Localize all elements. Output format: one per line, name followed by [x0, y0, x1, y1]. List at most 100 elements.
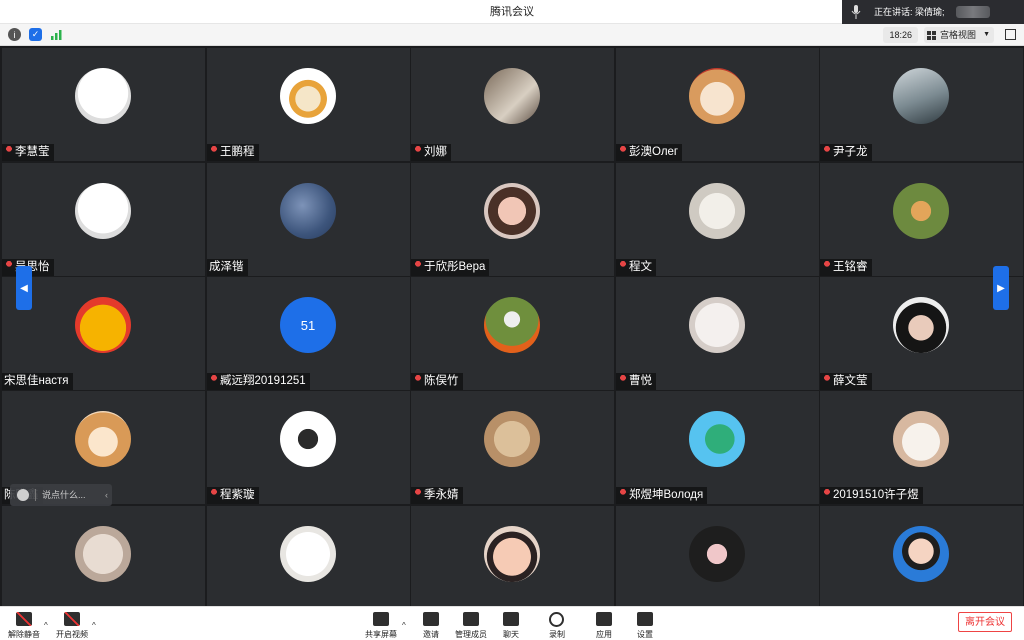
avatar [280, 183, 336, 239]
chevron-down-icon: ▼ [983, 31, 990, 38]
toolbar-button-label: 管理成员 [455, 630, 487, 639]
muted-mic-icon [209, 488, 218, 499]
muted-mic-icon [413, 145, 422, 156]
participant-name-text: 20191510许子煜 [833, 489, 919, 501]
chevron-up-icon[interactable]: ^ [92, 621, 96, 630]
participant-name-text: 刘娜 [424, 146, 447, 158]
participant-tile[interactable] [616, 506, 819, 606]
invite-icon [423, 612, 439, 626]
avatar [280, 68, 336, 124]
share-screen-icon [373, 612, 389, 626]
apps-button[interactable]: 应用 [594, 612, 614, 639]
participant-tile[interactable]: 曹悦 [616, 277, 819, 390]
mute-icon [16, 612, 32, 626]
participant-name: 程文 [616, 259, 656, 276]
participant-name: 彭澳Олег [616, 144, 683, 161]
toolbar-button-label: 邀请 [423, 630, 439, 639]
participant-tile[interactable]: 尹子龙 [820, 48, 1023, 161]
bottom-control-bar: 离开会议 解除静音 开启视频 共享屏幕 邀请 管理成员 聊天 录制 应用 设置 ^ ^ ^ [0, 606, 1024, 639]
emoji-icon[interactable] [17, 489, 29, 501]
participant-tile[interactable]: 刘娜 [411, 48, 614, 161]
participant-tile[interactable]: 陈俣竹 [411, 277, 614, 390]
invite-button[interactable]: 邀请 [421, 612, 441, 639]
participant-name-text: 王鹏程 [220, 146, 255, 158]
participant-name: 臧远翔20191251 [207, 373, 310, 390]
avatar [689, 526, 745, 582]
toolbar-button-label: 应用 [596, 630, 612, 639]
speaking-indicator: 正在讲话: 梁倩瑜; [842, 0, 1024, 24]
participant-name-text: 郑煜坤Володя [629, 489, 704, 501]
participant-tile[interactable]: 王铭睿 [820, 163, 1023, 276]
chevron-up-icon[interactable]: ^ [44, 621, 48, 630]
info-icon[interactable]: i [8, 28, 21, 41]
avatar [689, 183, 745, 239]
participant-tile[interactable] [207, 506, 410, 606]
muted-mic-icon [413, 488, 422, 499]
chevron-up-icon[interactable]: ^ [402, 621, 406, 630]
participant-tile[interactable]: 李慧莹 [2, 48, 205, 161]
muted-mic-icon [822, 145, 831, 156]
members-button[interactable]: 管理成员 [455, 612, 487, 639]
grid-view-button[interactable]: 宫格视图 ▼ [924, 27, 994, 43]
muted-mic-icon [4, 145, 13, 156]
participant-tile[interactable]: 于欣彤Вера [411, 163, 614, 276]
grid-view-label: 宫格视图 [940, 30, 977, 40]
participant-tile[interactable]: 程紫璇 [207, 391, 410, 504]
participant-tile[interactable]: 吴思怡 [2, 163, 205, 276]
participant-name: 尹子龙 [820, 144, 872, 161]
settings-button[interactable]: 设置 [635, 612, 655, 639]
prev-page-button[interactable]: ◀ [16, 266, 32, 310]
participant-tile[interactable] [411, 506, 614, 606]
meeting-toolbar: i ✓ 18:26 宫格视图 ▼ [0, 24, 1024, 46]
microphone-icon [851, 5, 861, 19]
avatar [484, 411, 540, 467]
avatar [689, 297, 745, 353]
shield-icon[interactable]: ✓ [29, 28, 42, 41]
participant-tile[interactable]: 51 臧远翔20191251 [207, 277, 410, 390]
record-button[interactable]: 录制 [547, 612, 567, 639]
muted-mic-icon [822, 260, 831, 271]
participant-name: 于欣彤Вера [411, 259, 490, 276]
mute-button[interactable]: 解除静音 [8, 612, 40, 639]
participant-tile[interactable]: 成泽锴 [207, 163, 410, 276]
avatar [893, 411, 949, 467]
participant-tile[interactable] [820, 506, 1023, 606]
share-screen-button[interactable]: 共享屏幕 [365, 612, 397, 639]
participant-tile[interactable]: 王鹏程 [207, 48, 410, 161]
participant-name: 曹悦 [616, 373, 656, 390]
fullscreen-icon[interactable] [1005, 29, 1016, 40]
participant-tile[interactable]: 宋思佳настя [2, 277, 205, 390]
muted-mic-icon [4, 260, 13, 271]
video-button[interactable]: 开启视频 [56, 612, 88, 639]
chat-button[interactable]: 聊天 [501, 612, 521, 639]
participant-tile[interactable]: 程文 [616, 163, 819, 276]
avatar [280, 526, 336, 582]
meeting-time: 18:26 [883, 27, 918, 43]
title-bar: 腾讯会议 正在讲话: 梁倩瑜; [0, 0, 1024, 24]
signal-icon[interactable] [50, 28, 63, 41]
toolbar-button-label: 共享屏幕 [365, 630, 397, 639]
avatar [484, 68, 540, 124]
participant-tile[interactable]: 季永婧 [411, 391, 614, 504]
video-icon [64, 612, 80, 626]
avatar [75, 411, 131, 467]
muted-mic-icon [822, 374, 831, 385]
muted-mic-icon [413, 374, 422, 385]
muted-mic-icon [618, 260, 627, 271]
members-icon [463, 612, 479, 626]
participant-tile[interactable] [2, 506, 205, 606]
avatar [75, 297, 131, 353]
participant-tile[interactable]: 郑煜坤Володя [616, 391, 819, 504]
participant-name-text: 王铭睿 [833, 261, 868, 273]
participant-name-text: 陈俣竹 [424, 375, 459, 387]
video-grid: 李慧莹 王鹏程 刘娜 彭澳Олег 尹子龙吴思怡 成泽锴 于欣彤Вера 程文 王铭睿宋思佳на… [0, 46, 1024, 606]
leave-meeting-button[interactable]: 离开会议 [958, 612, 1012, 632]
participant-tile[interactable]: 彭澳Олег [616, 48, 819, 161]
next-page-button[interactable]: ▶ [993, 266, 1009, 310]
collapse-icon[interactable]: ‹ [105, 484, 108, 506]
participant-tile[interactable]: 20191510许子煜 [820, 391, 1023, 504]
muted-mic-icon [209, 145, 218, 156]
chat-placeholder: 说点什么... [42, 490, 86, 500]
participant-name: 20191510许子煜 [820, 487, 923, 504]
chat-input[interactable]: 说点什么... ‹ [10, 484, 112, 506]
